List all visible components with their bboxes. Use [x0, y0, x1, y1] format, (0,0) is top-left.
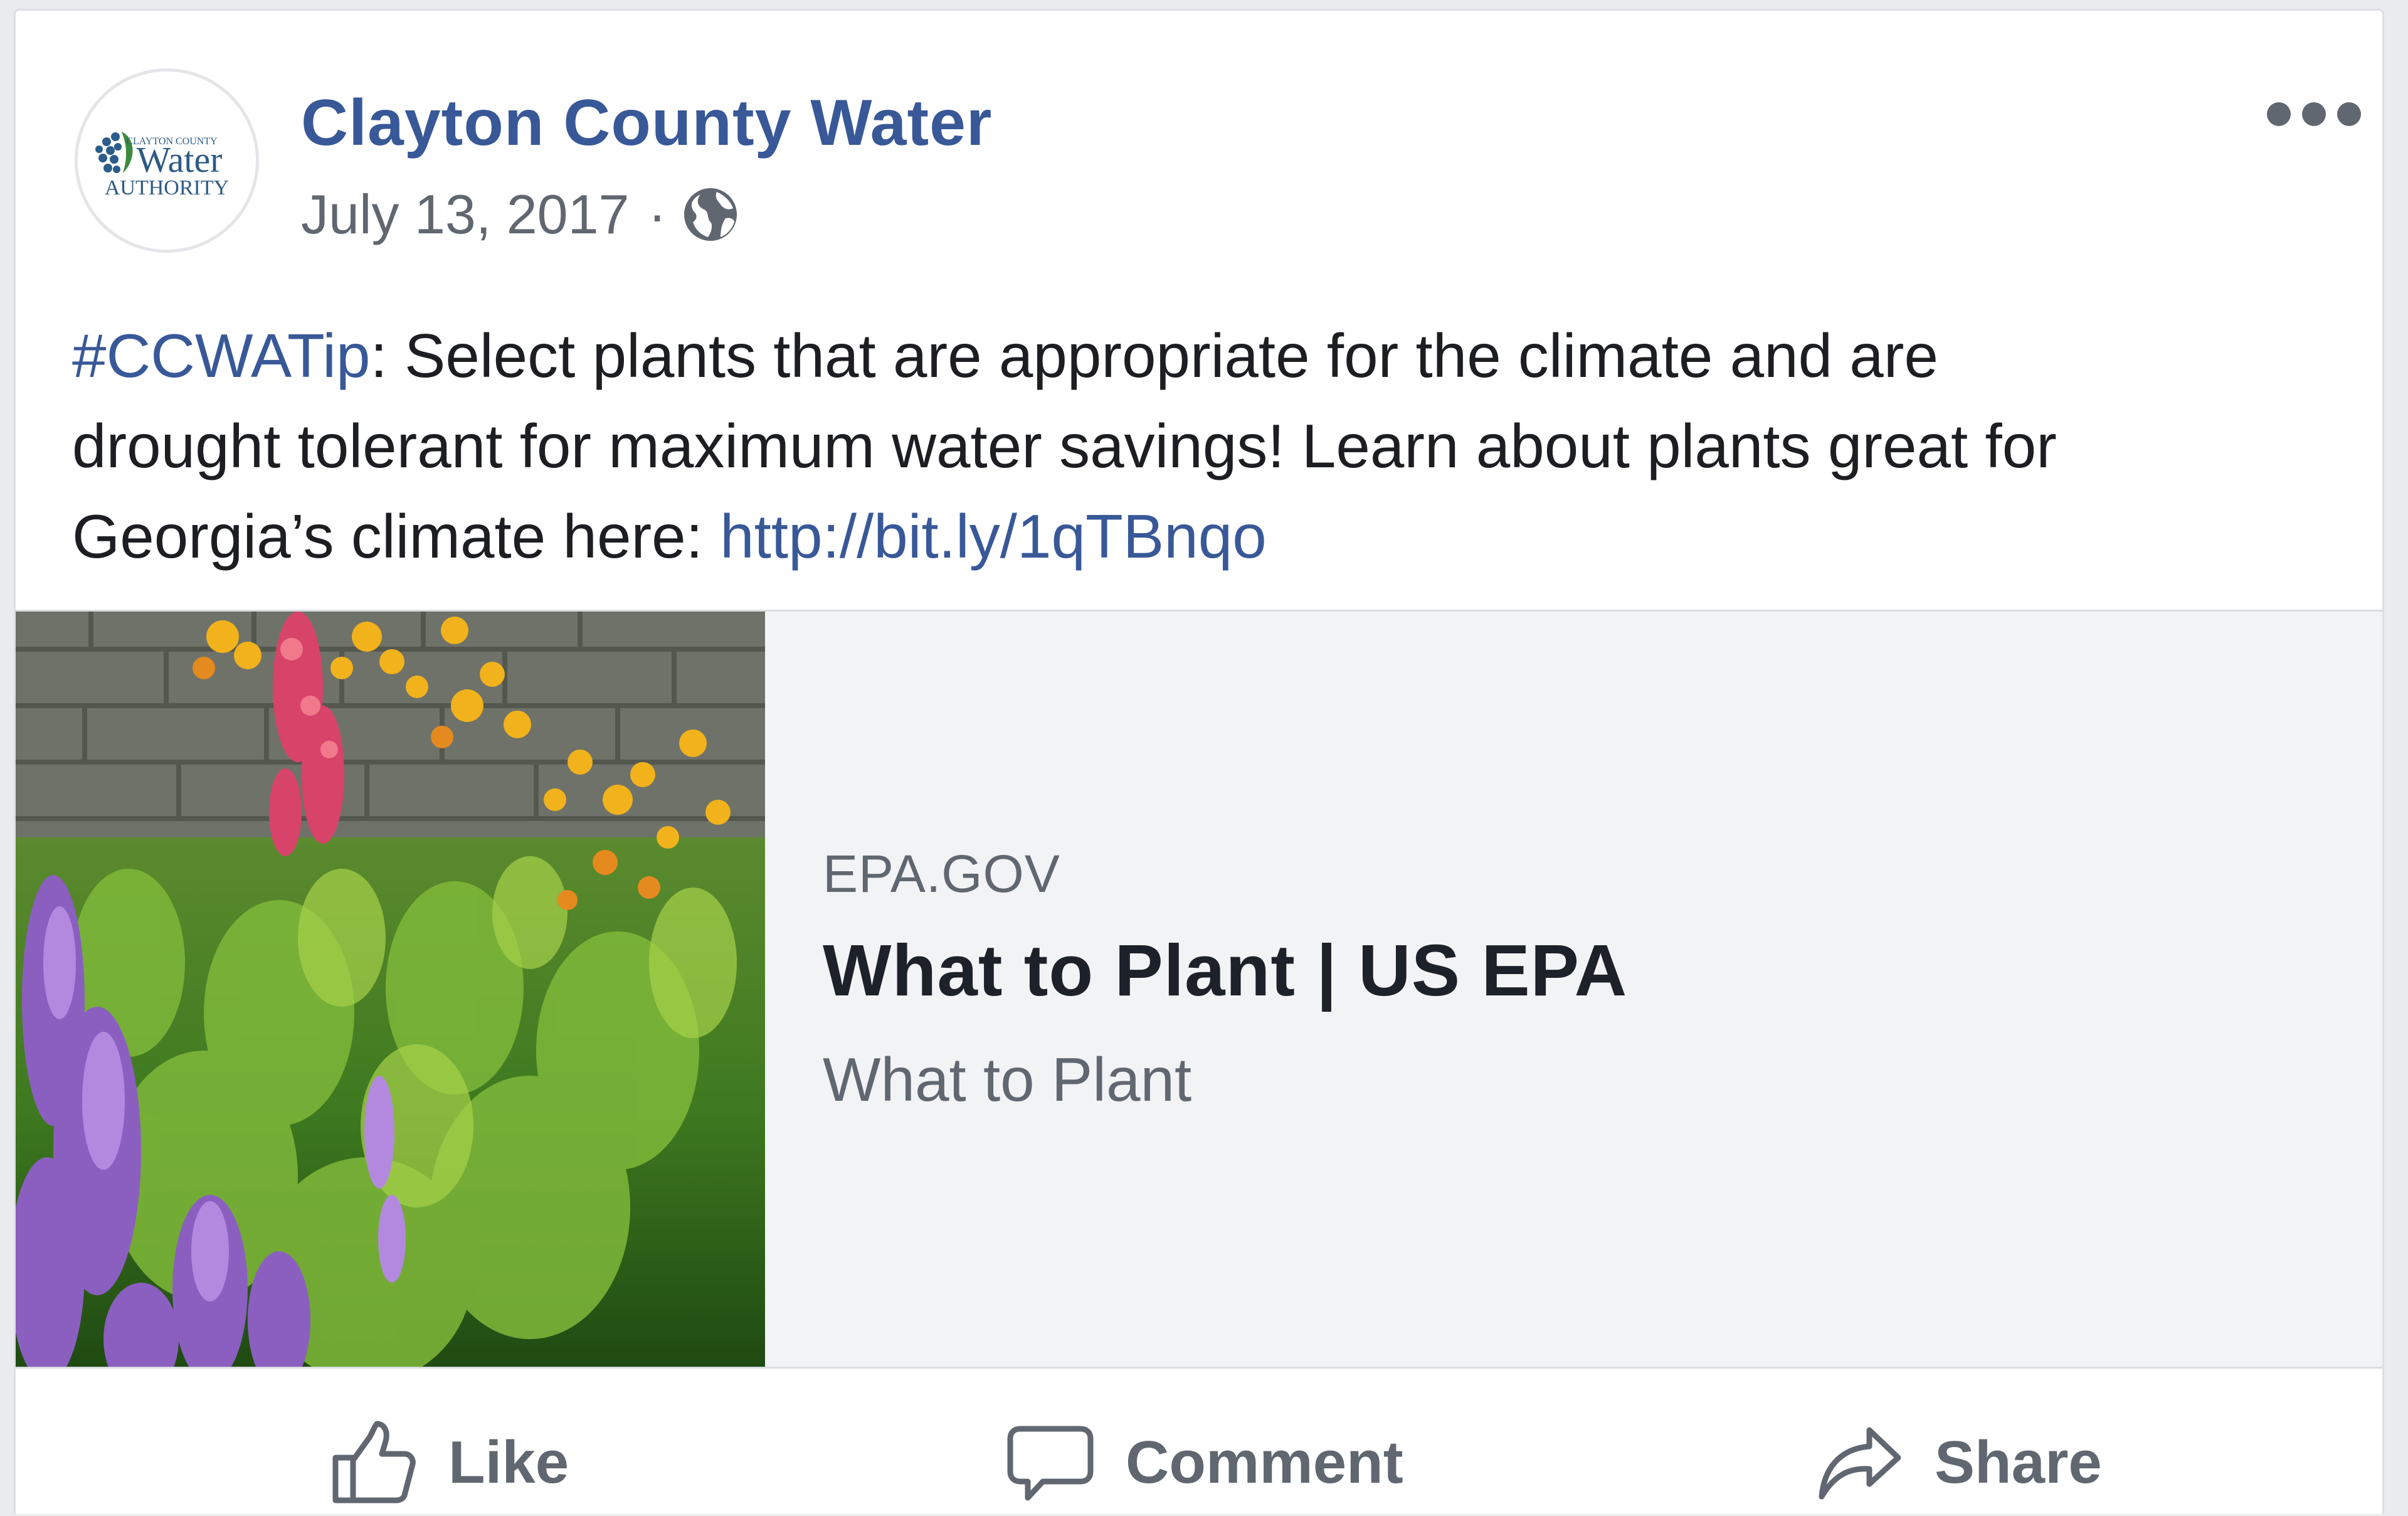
hashtag-link[interactable]: #CCWATip [72, 321, 371, 390]
post-actions-bar: Like Comment Share [16, 1369, 2382, 1516]
message-line-1: #CCWATip: Select plants that are appropr… [72, 321, 1938, 390]
facebook-post: CLAYTON COUNTY Water AUTHORITY Clayton C… [14, 9, 2384, 1514]
link-preview-domain: EPA.GOV [823, 844, 1060, 903]
link-preview-card[interactable]: EPA.GOV What to Plant | US EPA What to P… [16, 610, 2382, 1369]
meta-separator: · [648, 183, 667, 245]
svg-text:Water: Water [136, 139, 222, 180]
like-button[interactable]: Like [329, 1419, 569, 1507]
link-preview-description: What to Plant [823, 1045, 1192, 1114]
link-preview-title[interactable]: What to Plant | US EPA [823, 928, 1627, 1012]
more-options-icon[interactable] [2267, 98, 2361, 130]
share-label: Share [1935, 1429, 2102, 1496]
message-line-2: drought tolerant for maximum water savin… [72, 411, 2057, 480]
share-button[interactable]: Share [1815, 1419, 2102, 1507]
share-arrow-icon [1819, 1427, 1901, 1500]
comment-label: Comment [1126, 1429, 1403, 1496]
comment-icon [1007, 1426, 1094, 1501]
comment-button[interactable]: Comment [1006, 1419, 1403, 1507]
post-date[interactable]: July 13, 2017 [301, 183, 630, 246]
like-label: Like [448, 1429, 569, 1496]
post-message: #CCWATip: Select plants that are appropr… [72, 310, 2342, 581]
svg-text:AUTHORITY: AUTHORITY [105, 176, 229, 199]
page-name-link[interactable]: Clayton County Water [301, 86, 992, 161]
message-line-3: Georgia’s climate here: http://bit.ly/1q… [72, 502, 1267, 571]
page-avatar[interactable]: CLAYTON COUNTY Water AUTHORITY [75, 68, 259, 253]
globe-icon[interactable] [682, 186, 739, 243]
water-authority-logo: CLAYTON COUNTY Water AUTHORITY [95, 132, 229, 199]
shortened-url-link[interactable]: http://bit.ly/1qTBnqo [720, 502, 1267, 571]
link-preview-image[interactable] [16, 612, 765, 1367]
thumbs-up-icon [332, 1421, 416, 1503]
post-meta: July 13, 2017 · [301, 180, 739, 249]
